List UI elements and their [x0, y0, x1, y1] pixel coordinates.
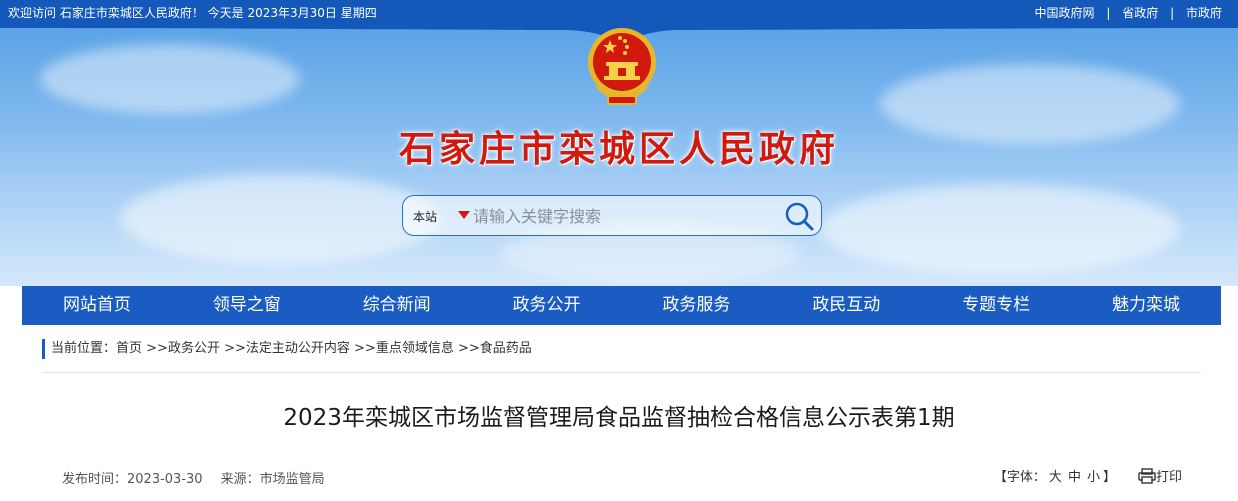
article-title: 2023年栾城区市场监督管理局食品监督抽检合格信息公示表第1期	[283, 405, 955, 431]
breadcrumb-separator: >>	[219, 341, 246, 356]
nav-item-topics[interactable]: 专题专栏	[921, 286, 1071, 325]
breadcrumb: 当前位置：首页 >>政务公开 >>法定主动公开内容 >>重点领域信息 >>食品药…	[42, 339, 532, 359]
site-title: 石家庄市栾城区人民政府	[398, 129, 839, 170]
article-meta: 发布时间：2023-03-30 来源：市场监管局	[62, 468, 325, 487]
breadcrumb-link-gov-affairs[interactable]: 政务公开	[168, 341, 220, 356]
publish-date-label: 发布时间：	[62, 472, 128, 487]
breadcrumb-link-statutory-disclosure[interactable]: 法定主动公开内容	[246, 341, 350, 356]
font-size-large-button[interactable]: 大	[1049, 466, 1062, 485]
source-value: 市场监管局	[259, 472, 325, 487]
search-scope-select[interactable]: 本站	[413, 208, 437, 225]
search-icon[interactable]	[783, 200, 815, 232]
print-button[interactable]: 打印	[1138, 466, 1182, 485]
search-box: 本站	[402, 195, 822, 236]
top-link-separator: |	[1106, 6, 1111, 20]
font-size-close-bracket: 】	[1102, 470, 1116, 485]
printer-icon	[1138, 467, 1156, 484]
welcome-text: 欢迎访问 石家庄市栾城区人民政府！ 今天是 2023年3月30日 星期四	[8, 6, 377, 20]
nav-item-gov-services[interactable]: 政务服务	[622, 286, 772, 325]
breadcrumb-link-key-areas[interactable]: 重点领域信息	[376, 341, 454, 356]
breadcrumb-separator: >>	[349, 341, 376, 356]
breadcrumb-separator: >>	[142, 341, 168, 356]
source-label: 来源：	[220, 472, 260, 487]
national-emblem-icon	[588, 28, 656, 105]
breadcrumb-divider	[42, 372, 1201, 373]
search-input[interactable]	[473, 204, 773, 228]
nav-item-gov-affairs[interactable]: 政务公开	[472, 286, 622, 325]
breadcrumb-separator: >>	[453, 341, 480, 356]
font-size-small-button[interactable]: 小	[1087, 466, 1100, 485]
breadcrumb-prefix: 当前位置：	[51, 341, 117, 356]
nav-item-news[interactable]: 综合新闻	[322, 286, 472, 325]
nav-item-charm-luancheng[interactable]: 魅力栾城	[1071, 286, 1221, 325]
breadcrumb-link-food-drugs[interactable]: 食品药品	[480, 341, 532, 356]
top-link-central-gov[interactable]: 中国政府网	[1035, 6, 1095, 20]
top-link-city-gov[interactable]: 市政府	[1186, 6, 1222, 20]
main-nav: 网站首页 领导之窗 综合新闻 政务公开 政务服务 政民互动 专题专栏 魅力栾城	[22, 286, 1221, 325]
article-tools: 【字体： 大 中 小 】 打印	[994, 466, 1182, 485]
nav-item-leadership[interactable]: 领导之窗	[172, 286, 322, 325]
top-link-province-gov[interactable]: 省政府	[1122, 6, 1158, 20]
top-links: 中国政府网 | 省政府 | 市政府	[1035, 4, 1222, 21]
print-label: 打印	[1155, 470, 1182, 485]
chevron-down-icon[interactable]	[458, 211, 470, 219]
font-size-medium-button[interactable]: 中	[1068, 466, 1081, 485]
top-bar: 欢迎访问 石家庄市栾城区人民政府！ 今天是 2023年3月30日 星期四 中国政…	[0, 0, 1238, 24]
font-size-label: 【字体：	[993, 470, 1046, 485]
nav-item-home[interactable]: 网站首页	[22, 286, 172, 325]
top-link-separator: |	[1170, 6, 1175, 20]
nav-item-interaction[interactable]: 政民互动	[771, 286, 921, 325]
breadcrumb-link-home[interactable]: 首页	[116, 341, 142, 356]
publish-date: 2023-03-30	[127, 472, 203, 487]
